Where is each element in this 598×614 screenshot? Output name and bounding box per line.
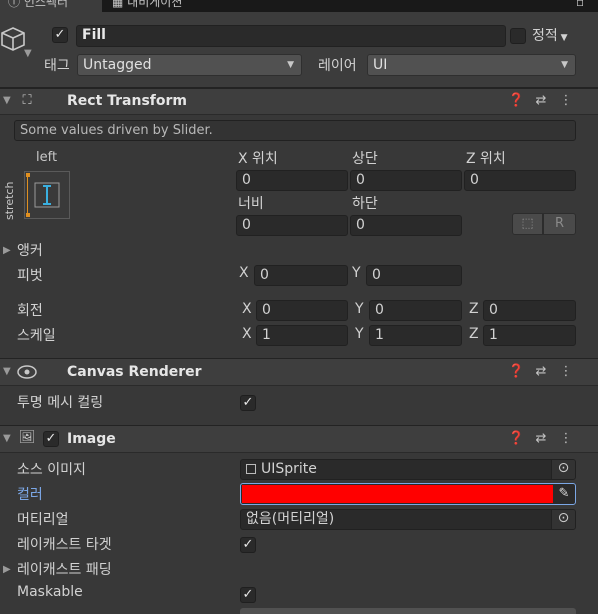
help-icon[interactable]: ❓ (508, 93, 524, 109)
anchor-presets-button[interactable] (24, 171, 70, 219)
rotation-x-label[interactable]: X (242, 301, 252, 317)
raycast-target-label: 레이캐스트 타겟 (17, 537, 112, 553)
source-image-label: 소스 이미지 (17, 462, 86, 478)
material-field[interactable]: 없음(머티리얼) ⊙ (240, 509, 576, 530)
help-icon[interactable]: ❓ (508, 431, 524, 447)
pivot-label: 피벗 (17, 268, 43, 284)
scale-z-label[interactable]: Z (469, 326, 479, 342)
color-swatch[interactable] (242, 485, 553, 503)
anchors-foldout-icon[interactable]: ▶ (3, 245, 11, 256)
top-label: 상단 (352, 151, 378, 167)
rotation-z-field[interactable]: 0 (483, 300, 576, 321)
tag-dropdown[interactable]: Untagged ▼ (77, 54, 302, 76)
rotation-y-label[interactable]: Y (355, 301, 364, 317)
bottom-field[interactable]: 0 (350, 215, 462, 236)
pivot-y-label[interactable]: Y (352, 265, 361, 281)
more-options-icon[interactable]: ⋮ (558, 431, 574, 447)
driven-info-box: Some values driven by Slider. (14, 120, 576, 141)
scale-z-field[interactable]: 1 (483, 325, 576, 346)
pos-z-field[interactable]: 0 (464, 170, 576, 191)
chevron-down-icon: ▼ (287, 60, 294, 70)
help-icon[interactable]: ❓ (508, 364, 524, 380)
blueprint-mode-button[interactable]: ⬚ (512, 213, 543, 235)
cull-transparent-mesh-checkbox[interactable]: ✓ (240, 395, 256, 411)
raw-edit-button[interactable]: R (543, 213, 576, 235)
layer-label: 레이어 (318, 58, 357, 74)
static-checkbox[interactable] (510, 28, 526, 44)
rect-transform-icon: ⛶ (22, 93, 32, 108)
object-header (0, 12, 598, 88)
pivot-x-field[interactable]: 0 (254, 265, 348, 286)
presets-icon[interactable]: ⇄ (533, 364, 549, 380)
maskable-checkbox[interactable]: ✓ (240, 587, 256, 603)
presets-icon[interactable]: ⇄ (533, 431, 549, 447)
chevron-down-icon: ▼ (561, 60, 568, 70)
presets-icon[interactable]: ⇄ (533, 93, 549, 109)
rotation-y-field[interactable]: 0 (369, 300, 462, 321)
scale-x-field[interactable]: 1 (256, 325, 348, 346)
layer-dropdown[interactable]: UI ▼ (367, 54, 576, 76)
bottom-label: 하단 (352, 196, 378, 212)
object-picker-icon[interactable]: ⊙ (551, 460, 575, 479)
material-label: 머티리얼 (17, 512, 69, 528)
rotation-x-field[interactable]: 0 (256, 300, 348, 321)
canvas-renderer-title: Canvas Renderer (67, 364, 202, 380)
raycast-target-checkbox[interactable]: ✓ (240, 537, 256, 553)
scale-label: 스케일 (17, 328, 56, 344)
cull-transparent-mesh-label: 투명 메시 컬링 (17, 395, 104, 411)
tab-inspector[interactable]: ⓘ 인스펙터 (0, 0, 102, 12)
eyedropper-icon[interactable]: ✎ (553, 484, 575, 504)
pivot-x-label[interactable]: X (239, 265, 249, 281)
source-image-field[interactable]: UISprite ⊙ (240, 459, 576, 480)
anchor-preset-icon (26, 173, 60, 217)
pos-x-label: X 위치 (238, 151, 278, 167)
tab-navigation[interactable]: ▦ 내비게이션 (112, 0, 182, 12)
color-field[interactable]: ✎ (240, 483, 576, 505)
foldout-arrow-icon[interactable]: ▼ (3, 95, 11, 106)
anchor-horizontal-label: left (36, 150, 58, 165)
anchor-vertical-label: stretch (3, 181, 16, 220)
rotation-z-label[interactable]: Z (469, 301, 479, 317)
scale-x-label[interactable]: X (242, 326, 252, 342)
image-component-icon: 🖼 (18, 430, 36, 445)
icon-dropdown-arrow[interactable]: ▼ (24, 48, 32, 59)
object-picker-icon[interactable]: ⊙ (551, 510, 575, 529)
maskable-label: Maskable (17, 584, 83, 600)
image-title: Image (67, 431, 116, 447)
pos-x-field[interactable]: 0 (236, 170, 348, 191)
raycast-padding-foldout-icon[interactable]: ▶ (3, 564, 11, 575)
image-enabled-checkbox[interactable]: ✓ (43, 431, 59, 447)
blueprint-icon: ⬚ (521, 216, 534, 231)
width-field[interactable]: 0 (236, 215, 348, 236)
static-label[interactable]: 정적 ▼ (532, 25, 568, 45)
rect-transform-title: Rect Transform (67, 93, 188, 109)
tab-bar: ⓘ 인스펙터 ▦ 내비게이션 ▫ (0, 0, 598, 12)
image-type-dropdown[interactable] (240, 608, 576, 614)
more-options-icon[interactable]: ⋮ (558, 364, 574, 380)
raycast-padding-label[interactable]: 레이캐스트 패딩 (17, 559, 112, 579)
lock-icon[interactable]: ▫ (576, 0, 584, 12)
tag-label: 태그 (44, 58, 70, 74)
pivot-y-field[interactable]: 0 (366, 265, 462, 286)
top-field[interactable]: 0 (350, 170, 462, 191)
foldout-arrow-icon[interactable]: ▼ (3, 366, 11, 377)
scale-y-label[interactable]: Y (355, 326, 364, 342)
inspector-icon: ⓘ (8, 0, 24, 9)
more-options-icon[interactable]: ⋮ (558, 93, 574, 109)
width-label: 너비 (238, 196, 264, 212)
scale-y-field[interactable]: 1 (369, 325, 462, 346)
active-checkbox[interactable]: ✓ (52, 27, 68, 43)
color-label: 컬러 (17, 487, 43, 503)
navigation-icon: ▦ (112, 0, 128, 9)
eye-icon (16, 363, 38, 381)
object-name-field[interactable]: Fill (76, 25, 506, 47)
pos-z-label: Z 위치 (466, 151, 506, 167)
foldout-arrow-icon[interactable]: ▼ (3, 433, 11, 444)
rotation-label: 회전 (17, 303, 43, 319)
sprite-icon (246, 464, 256, 474)
anchors-label[interactable]: 앵커 (17, 240, 43, 260)
